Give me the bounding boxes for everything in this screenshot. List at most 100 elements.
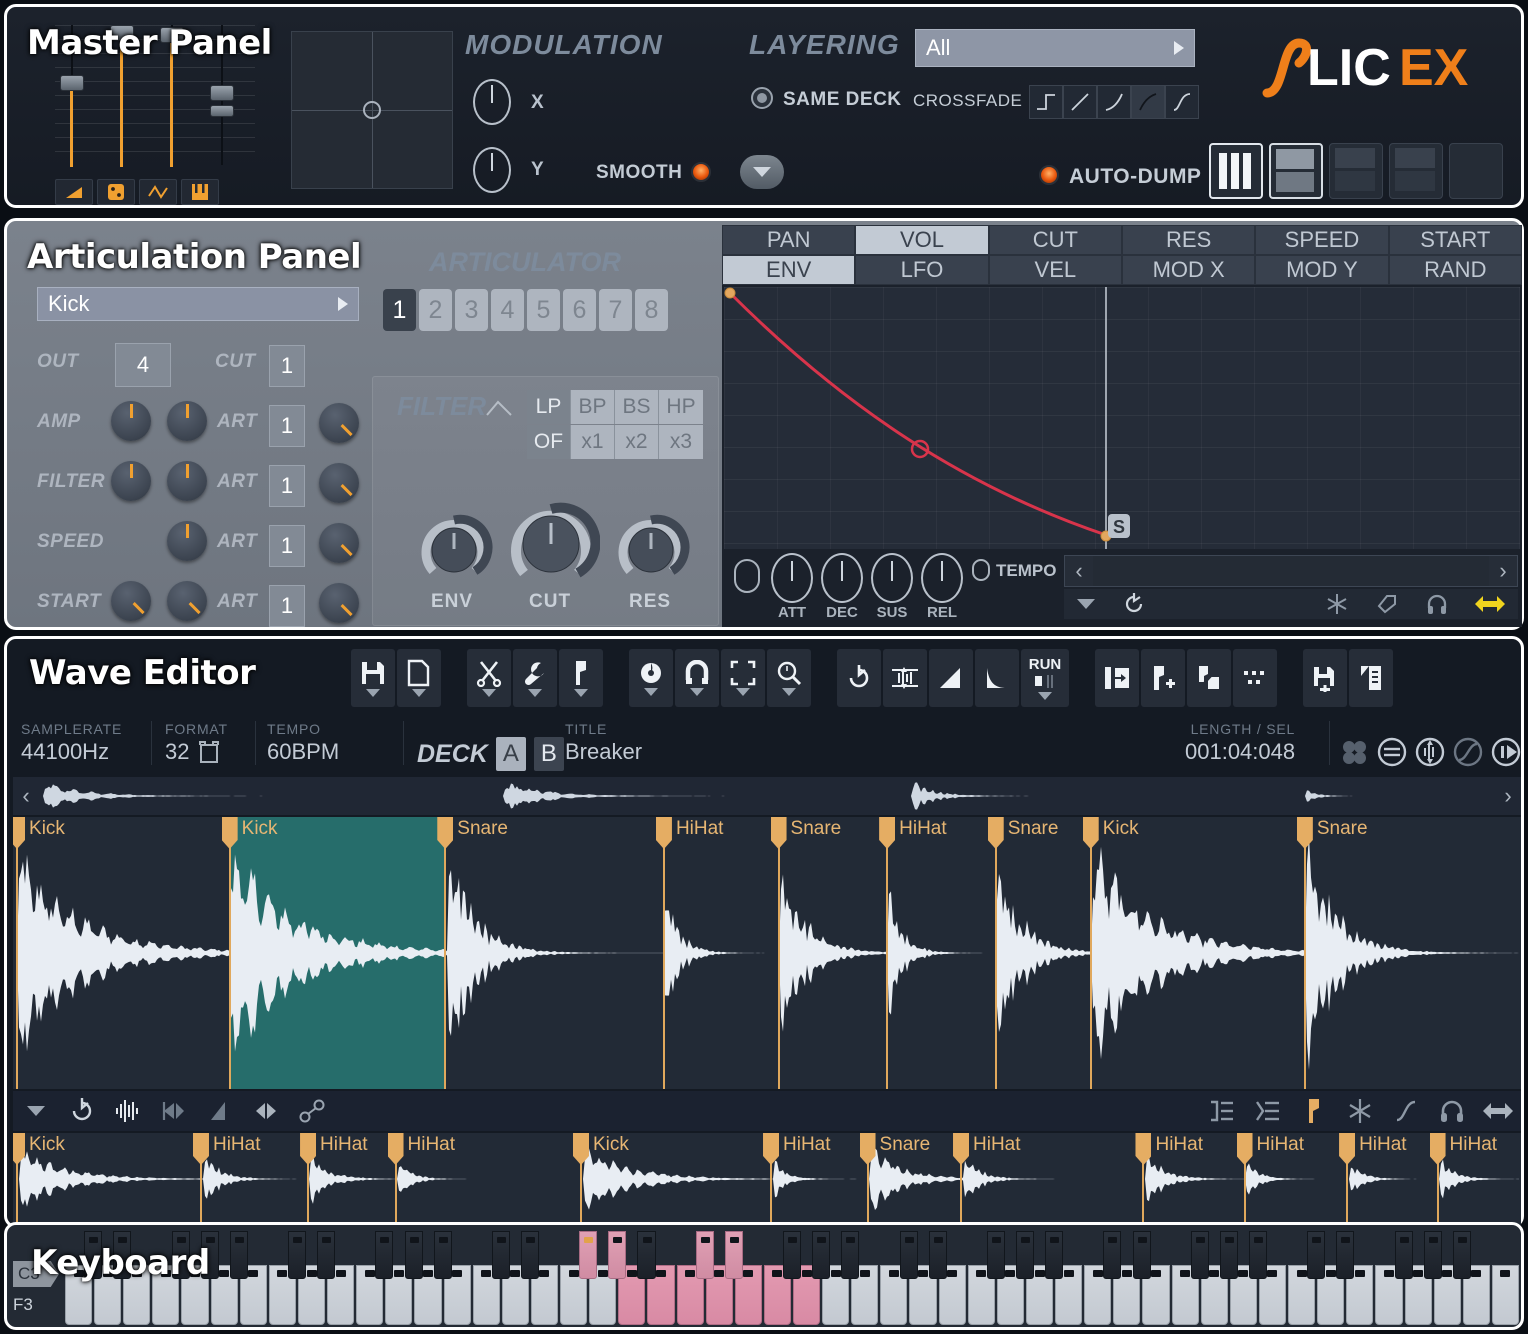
envelope-enable-toggle[interactable] xyxy=(734,559,760,593)
filter-order-x3[interactable]: x3 xyxy=(659,425,703,459)
attack-knob[interactable] xyxy=(771,553,813,603)
tag-icon[interactable] xyxy=(1362,592,1412,616)
fader-handle-1[interactable] xyxy=(60,75,84,91)
articulator-number-5[interactable]: 5 xyxy=(527,289,560,331)
fader-handle-4[interactable] xyxy=(210,85,234,101)
crossfade-shape-group[interactable] xyxy=(1029,85,1199,119)
save-icon[interactable] xyxy=(351,649,395,707)
scroll-right-button[interactable]: › xyxy=(1489,556,1517,586)
black-key[interactable] xyxy=(1219,1231,1238,1279)
tab-lfo[interactable]: LFO xyxy=(855,255,989,285)
slice-marker[interactable]: HiHat xyxy=(192,1133,261,1225)
dither-icon[interactable] xyxy=(1233,649,1277,707)
black-key[interactable] xyxy=(608,1231,627,1279)
slice-marker[interactable]: HiHat xyxy=(300,1133,368,1225)
wrench-icon[interactable] xyxy=(513,649,557,707)
view-mode-stack[interactable] xyxy=(1329,143,1383,199)
slice-to-marker-icon[interactable] xyxy=(1095,649,1139,707)
export-icon[interactable] xyxy=(1349,649,1393,707)
filter-order-x1[interactable]: x1 xyxy=(571,425,615,459)
resize-icon[interactable] xyxy=(1475,1100,1521,1122)
run-icon[interactable]: RUN xyxy=(1021,649,1069,707)
black-key[interactable] xyxy=(1336,1231,1355,1279)
black-key[interactable] xyxy=(1132,1231,1151,1279)
auto-dump-led[interactable] xyxy=(1039,165,1059,185)
add-marker-icon[interactable] xyxy=(1141,649,1185,707)
keyboard-icon[interactable] xyxy=(181,179,219,205)
slice-marker[interactable]: Kick xyxy=(13,817,65,1089)
amp-knob-2[interactable] xyxy=(167,401,207,441)
fade-in-icon[interactable] xyxy=(929,649,973,707)
fader-handle-5[interactable] xyxy=(210,105,234,117)
tab-vel[interactable]: VEL xyxy=(988,255,1122,285)
xy-pad-handle[interactable] xyxy=(363,101,381,119)
black-key[interactable] xyxy=(433,1231,452,1279)
slice-marker[interactable]: Snare xyxy=(1296,817,1368,1089)
envelope-scrollbar[interactable]: ‹ › xyxy=(1064,555,1518,587)
black-key[interactable] xyxy=(986,1231,1005,1279)
slice-marker[interactable]: Snare xyxy=(770,817,841,1089)
decay-knob[interactable] xyxy=(821,553,863,603)
filter-order-of[interactable]: OF xyxy=(527,425,571,459)
slice-marker[interactable]: HiHat xyxy=(879,817,947,1089)
articulator-number-1[interactable]: 1 xyxy=(383,289,416,331)
phase-icon[interactable] xyxy=(629,649,673,707)
filter-knob-3[interactable] xyxy=(319,463,359,503)
articulator-number-group[interactable]: 1 2 3 4 5 6 7 8 xyxy=(383,289,668,331)
overview-scroll-right[interactable]: › xyxy=(1495,783,1521,809)
caret-down-icon[interactable] xyxy=(13,1106,59,1116)
amp-art-value[interactable]: 1 xyxy=(269,405,305,447)
slice-marker[interactable]: HiHat xyxy=(1135,1133,1203,1225)
envelope-tabs-row-2[interactable]: ENV LFO VEL MOD X MOD Y RAND xyxy=(722,255,1522,285)
cut-value[interactable]: 1 xyxy=(269,345,305,387)
view-mode-wide[interactable] xyxy=(1389,143,1443,199)
octave-label-bottom[interactable]: F3 xyxy=(13,1295,33,1315)
black-key[interactable] xyxy=(695,1231,714,1279)
tab-env[interactable]: ENV xyxy=(722,255,856,285)
secondary-waveform-view[interactable]: Kick HiHat HiHat HiHat Kick HiHat Snare HiHat Hi… xyxy=(13,1133,1521,1225)
start-knob-2[interactable] xyxy=(167,581,207,621)
articulator-number-7[interactable]: 7 xyxy=(599,289,632,331)
crossfade-shape-linear[interactable] xyxy=(1063,85,1097,119)
crossfade-shape-step[interactable] xyxy=(1029,85,1063,119)
release-knob[interactable] xyxy=(921,553,963,603)
slice-marker[interactable]: HiHat xyxy=(953,1133,1021,1225)
filter-type-bs[interactable]: BS xyxy=(615,390,659,424)
tab-mod-y[interactable]: MOD Y xyxy=(1255,255,1389,285)
black-key[interactable] xyxy=(229,1231,248,1279)
slice-marker[interactable]: Kick xyxy=(13,1133,65,1225)
amp-knob-1[interactable] xyxy=(111,401,151,441)
reload-icon[interactable] xyxy=(1108,592,1160,616)
filter-type-bp[interactable]: BP xyxy=(571,390,615,424)
select-icon[interactable] xyxy=(721,649,765,707)
overview-scroll-left[interactable]: ‹ xyxy=(13,783,39,809)
filter-knob-2[interactable] xyxy=(167,461,207,501)
view-mode-full[interactable] xyxy=(1449,143,1503,199)
deck-cell[interactable]: DECK A B xyxy=(417,737,564,771)
black-key[interactable] xyxy=(899,1231,918,1279)
deck-b-button[interactable]: B xyxy=(533,737,564,771)
articulator-number-4[interactable]: 4 xyxy=(491,289,524,331)
black-key[interactable] xyxy=(1452,1231,1471,1279)
start-art-value[interactable]: 1 xyxy=(269,585,305,627)
view-mode-keyboard[interactable] xyxy=(1209,143,1263,199)
tab-res[interactable]: RES xyxy=(1121,225,1256,255)
filter-order-group[interactable]: OF x1 x2 x3 xyxy=(527,425,703,459)
reverse-icon[interactable] xyxy=(837,649,881,707)
align-right-icon[interactable] xyxy=(1199,1098,1245,1124)
filter-order-x2[interactable]: x2 xyxy=(615,425,659,459)
slice-marker[interactable]: HiHat xyxy=(1429,1133,1497,1225)
black-key[interactable] xyxy=(375,1231,394,1279)
main-waveform-view[interactable]: Kick Kick Snare HiHat Snare HiHat Snare Kick Sna… xyxy=(13,817,1521,1089)
black-key[interactable] xyxy=(841,1231,860,1279)
slice-marker[interactable]: HiHat xyxy=(1236,1133,1304,1225)
fit-left-icon[interactable] xyxy=(151,1099,197,1123)
layering-mode-select[interactable]: All xyxy=(915,29,1195,67)
filter-res-knob[interactable] xyxy=(612,509,690,592)
normalize-icon[interactable] xyxy=(883,649,927,707)
tab-cut[interactable]: CUT xyxy=(988,225,1122,255)
slice-marker[interactable]: Kick xyxy=(1082,817,1139,1089)
snowflake-icon[interactable] xyxy=(1312,592,1362,616)
crossfade-shape-fast-start[interactable] xyxy=(1131,85,1165,119)
tab-rand[interactable]: RAND xyxy=(1388,255,1522,285)
